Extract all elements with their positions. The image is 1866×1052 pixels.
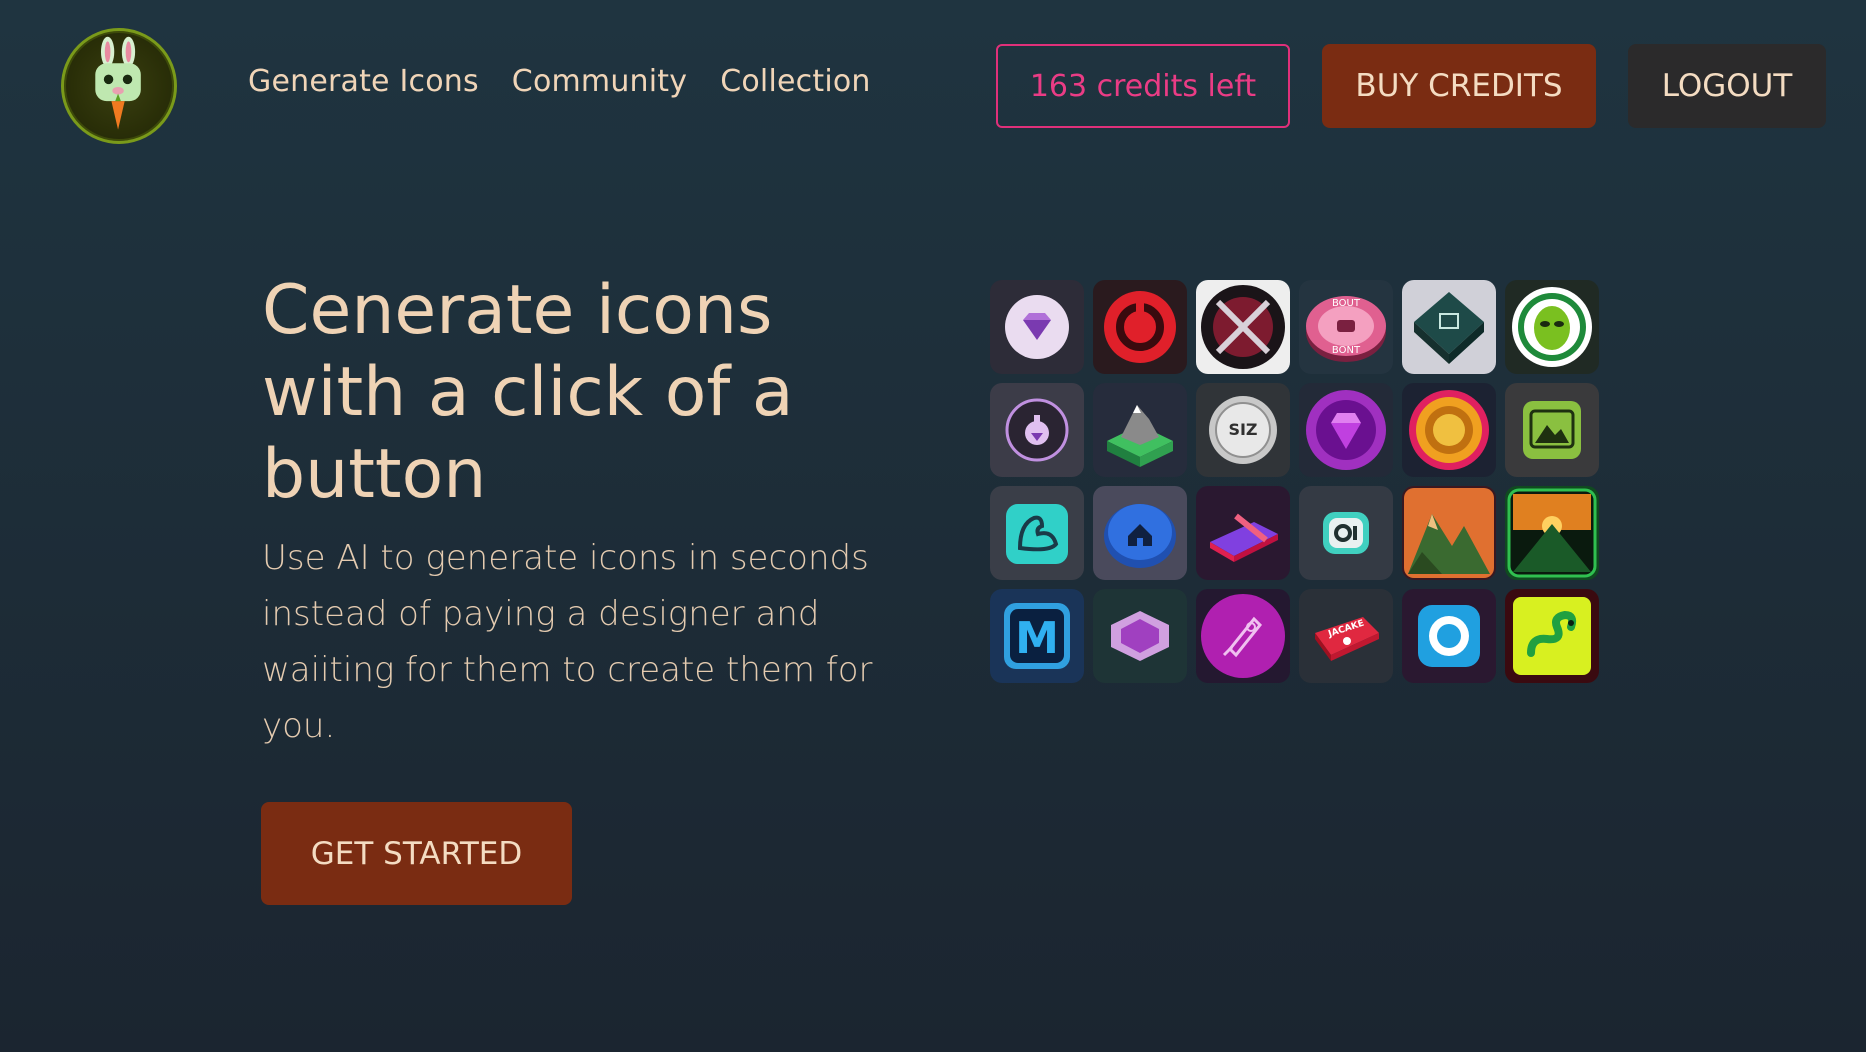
buy-credits-button[interactable]: BUY CREDITS — [1322, 44, 1596, 128]
svg-text:M: M — [1015, 613, 1059, 664]
mountain-sunset-icon[interactable] — [1402, 486, 1496, 580]
nav-community[interactable]: Community — [512, 64, 687, 99]
hero-subtitle: Use AI to generate icons in seconds inst… — [262, 538, 873, 746]
potion-icon[interactable] — [990, 383, 1084, 477]
rocket-icon[interactable] — [1196, 589, 1290, 683]
chip-icon[interactable] — [1402, 280, 1496, 374]
nav-generate-icons[interactable]: Generate Icons — [248, 64, 479, 99]
app-logo[interactable] — [61, 28, 177, 144]
hero-title: Cenerate icons with a click of a button — [262, 271, 794, 514]
letter-m-icon[interactable]: M — [990, 589, 1084, 683]
camera-icon[interactable] — [1299, 486, 1393, 580]
credits-badge: 163 credits left — [996, 44, 1290, 128]
mountain-block-icon[interactable] — [1093, 383, 1187, 477]
home-icon[interactable] — [1093, 486, 1187, 580]
badge-icon[interactable]: BOUT BONT — [1299, 280, 1393, 374]
svg-text:BOUT: BOUT — [1332, 298, 1361, 309]
camera-lens-icon[interactable] — [1402, 589, 1496, 683]
get-started-button[interactable]: GET STARTED — [261, 802, 572, 905]
alien-icon[interactable] — [1505, 280, 1599, 374]
snake-icon[interactable] — [1505, 589, 1599, 683]
power-ring-icon[interactable] — [1093, 280, 1187, 374]
gold-coin-icon[interactable] — [1402, 383, 1496, 477]
coin-siz-icon[interactable]: SIZ — [1196, 383, 1290, 477]
pencil-block-icon[interactable] — [1196, 486, 1290, 580]
volcano-icon[interactable] — [1505, 486, 1599, 580]
hexagon-gem-icon[interactable] — [1093, 589, 1187, 683]
svg-text:BONT: BONT — [1332, 345, 1361, 356]
jacake-badge-icon[interactable]: JACAKE — [1299, 589, 1393, 683]
nav-collection[interactable]: Collection — [720, 64, 870, 99]
landscape-icon[interactable] — [1505, 383, 1599, 477]
main-nav: Generate Icons Community Collection — [248, 64, 871, 99]
bunny-logo-icon — [95, 36, 141, 130]
icon-gallery: BOUT BONT SIZ M JACAKE — [990, 280, 1599, 683]
logout-button[interactable]: LOGOUT — [1628, 44, 1826, 128]
muscle-arm-icon[interactable] — [990, 486, 1084, 580]
svg-text:SIZ: SIZ — [1228, 420, 1257, 439]
crossed-swords-icon[interactable] — [1196, 280, 1290, 374]
gem-icon[interactable] — [990, 280, 1084, 374]
purple-gem-icon[interactable] — [1299, 383, 1393, 477]
